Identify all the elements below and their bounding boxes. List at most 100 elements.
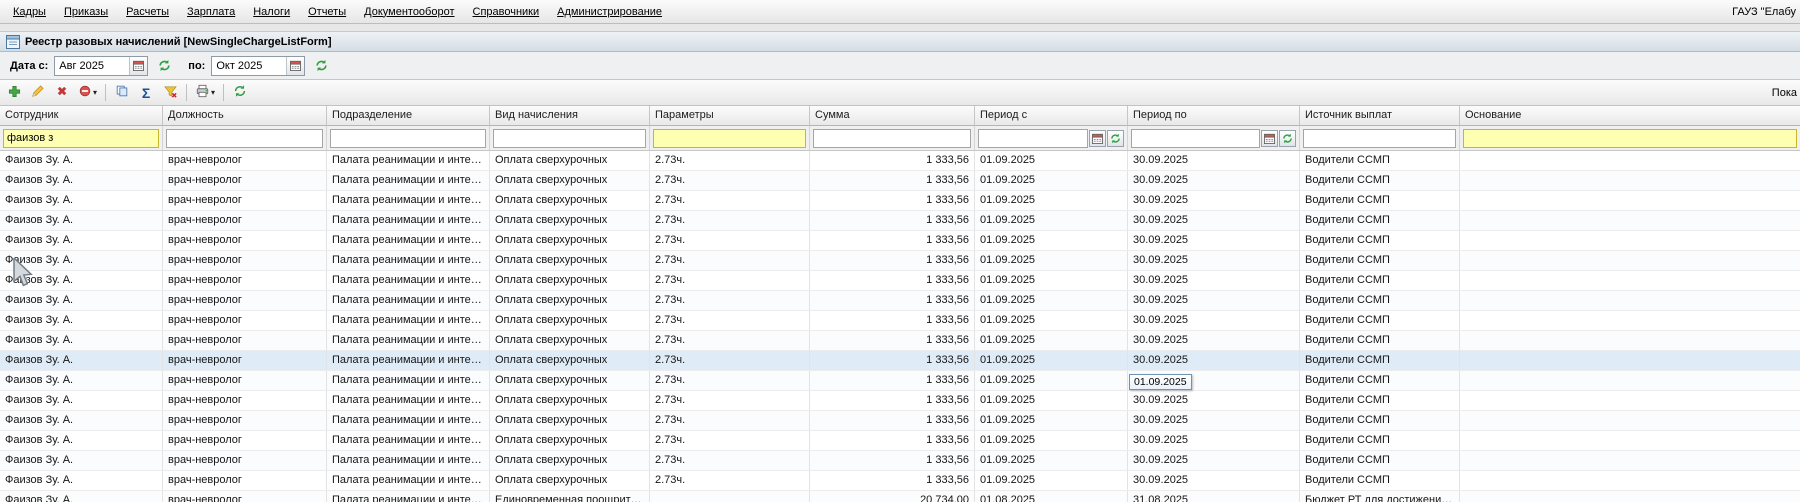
filter-input-9[interactable] (1303, 128, 1456, 148)
column-header-2[interactable]: Должность (163, 106, 327, 126)
table-row[interactable]: Фаизов Зу. А. врач-невролог Палата реанима… (0, 451, 1800, 471)
table-row[interactable]: Фаизов Зу. А. врач-невролог Палата реанима… (0, 151, 1800, 171)
column-header-7[interactable]: Период с (975, 106, 1128, 126)
table-row[interactable]: Фаизов Зу. А. врач-невролог Палата реанима… (0, 391, 1800, 411)
table-row[interactable]: Фаизов Зу. А. врач-невролог Палата реанима… (0, 371, 1800, 391)
filter-input-2[interactable] (166, 128, 323, 148)
cell: Фаизов Зу. А. (0, 471, 163, 490)
refresh-icon[interactable] (1107, 129, 1124, 147)
cell: Оплата сверхурочных (490, 171, 650, 190)
cell: Водители ССМП (1300, 451, 1460, 470)
cell (1460, 331, 1800, 350)
refresh-icon[interactable] (1279, 129, 1296, 147)
table-row[interactable]: Фаизов Зу. А. врач-невролог Палата реанима… (0, 211, 1800, 231)
column-header-1[interactable]: Сотрудник (0, 106, 163, 126)
menu-item[interactable]: Отчеты (299, 3, 355, 21)
cell: Оплата сверхурочных (490, 271, 650, 290)
date-from-refresh-icon[interactable] (154, 56, 174, 76)
date-filter-bar: Дата с: по: (0, 52, 1800, 80)
date-from-input[interactable] (55, 56, 130, 75)
menu-item[interactable]: Налоги (244, 3, 299, 21)
cell: 2.73ч. (650, 411, 810, 430)
cell: Палата реанимации и интенсивн... (327, 171, 490, 190)
cell: Фаизов Зу. А. (0, 291, 163, 310)
table-row[interactable]: Фаизов Зу. А. врач-невролог Палата реанима… (0, 231, 1800, 251)
menu-item[interactable]: Приказы (55, 3, 117, 21)
filter-cell-6 (810, 126, 975, 150)
column-header-8[interactable]: Период по (1128, 106, 1300, 126)
menu-item[interactable]: Справочники (464, 3, 549, 21)
cell: 2.73ч. (650, 291, 810, 310)
calendar-icon[interactable] (286, 56, 305, 75)
table-row[interactable]: Фаизов Зу. А. врач-невролог Палата реанима… (0, 311, 1800, 331)
menu-item[interactable]: Администрирование (548, 3, 671, 21)
column-header-10[interactable]: Основание (1460, 106, 1800, 126)
cell: 01.09.2025 (975, 191, 1128, 210)
cell: Водители ССМП (1300, 391, 1460, 410)
column-header-4[interactable]: Вид начисления (490, 106, 650, 126)
actions-icon (78, 84, 92, 101)
cell: 1 333,56 (810, 151, 975, 170)
table-row[interactable]: Фаизов Зу. А. врач-невролог Палата реанима… (0, 171, 1800, 191)
cell (1460, 171, 1800, 190)
table-row[interactable]: Фаизов Зу. А. врач-невролог Палата реанима… (0, 411, 1800, 431)
table-row[interactable]: Фаизов Зу. А. врач-невролог Палата реанима… (0, 271, 1800, 291)
menu-item[interactable]: Кадры (4, 3, 55, 21)
cell: Водители ССМП (1300, 211, 1460, 230)
cell: Фаизов Зу. А. (0, 311, 163, 330)
print-button[interactable]: ▾ (192, 82, 218, 104)
cell (1460, 431, 1800, 450)
delete-x-icon (55, 84, 69, 101)
cell: 2.73ч. (650, 371, 810, 390)
cell: 2.73ч. (650, 431, 810, 450)
column-header-5[interactable]: Параметры (650, 106, 810, 126)
cell: Оплата сверхурочных (490, 471, 650, 490)
filter-input-6[interactable] (813, 128, 971, 148)
date-to-refresh-icon[interactable] (311, 56, 331, 76)
cell: 1 333,56 (810, 271, 975, 290)
cell: 2.73ч. (650, 331, 810, 350)
filter-input-5[interactable] (653, 128, 806, 148)
copy-button[interactable] (111, 82, 133, 104)
cell: 30.09.2025 (1128, 191, 1300, 210)
cell: 01.08.2025 (975, 491, 1128, 502)
table-row[interactable]: Фаизов Зу. А. врач-невролог Палата реанима… (0, 291, 1800, 311)
table-row[interactable]: Фаизов Зу. А. врач-невролог Палата реанима… (0, 431, 1800, 451)
menu-item[interactable]: Зарплата (178, 3, 244, 21)
menu-item[interactable]: Документооборот (355, 3, 463, 21)
filter-input-1[interactable] (3, 128, 159, 148)
table-row[interactable]: Фаизов Зу. А. врач-невролог Палата реанима… (0, 251, 1800, 271)
refresh-button[interactable] (229, 82, 251, 104)
column-header-9[interactable]: Источник выплат (1300, 106, 1460, 126)
table-row[interactable]: Фаизов Зу. А. врач-невролог Палата реанима… (0, 471, 1800, 491)
filter-input-3[interactable] (330, 128, 486, 148)
edit-button[interactable] (27, 82, 49, 104)
filter-cell-5 (650, 126, 810, 150)
cell: Водители ССМП (1300, 311, 1460, 330)
toolbar: ▾ Σ ▾ Пока (0, 80, 1800, 106)
table-row[interactable]: Фаизов Зу. А. врач-невролог Палата реанима… (0, 351, 1800, 371)
cell: Оплата сверхурочных (490, 151, 650, 170)
column-header-6[interactable]: Сумма (810, 106, 975, 126)
calendar-icon[interactable] (1089, 129, 1106, 147)
sum-button[interactable]: Σ (135, 82, 157, 104)
cell: 2.73ч. (650, 351, 810, 370)
delete-button[interactable] (51, 82, 73, 104)
calendar-icon[interactable] (129, 56, 148, 75)
filter-input-10[interactable] (1463, 128, 1797, 148)
clear-filter-button[interactable] (159, 82, 181, 104)
cell: 1 333,56 (810, 191, 975, 210)
date-to-input[interactable] (212, 56, 287, 75)
cell: врач-невролог (163, 231, 327, 250)
table-row[interactable]: Фаизов Зу. А. врач-невролог Палата реанима… (0, 191, 1800, 211)
filter-input-8[interactable] (1131, 128, 1260, 148)
menu-item[interactable]: Расчеты (117, 3, 178, 21)
table-row[interactable]: Фаизов Зу. А. врач-невролог Палата реанима… (0, 331, 1800, 351)
filter-input-7[interactable] (978, 128, 1088, 148)
actions-menu-button[interactable]: ▾ (75, 82, 100, 104)
filter-input-4[interactable] (493, 128, 646, 148)
calendar-icon[interactable] (1261, 129, 1278, 147)
table-row[interactable]: Фаизов Зу. А. врач-невролог Палата реанима… (0, 491, 1800, 502)
add-button[interactable] (3, 82, 25, 104)
column-header-3[interactable]: Подразделение (327, 106, 490, 126)
